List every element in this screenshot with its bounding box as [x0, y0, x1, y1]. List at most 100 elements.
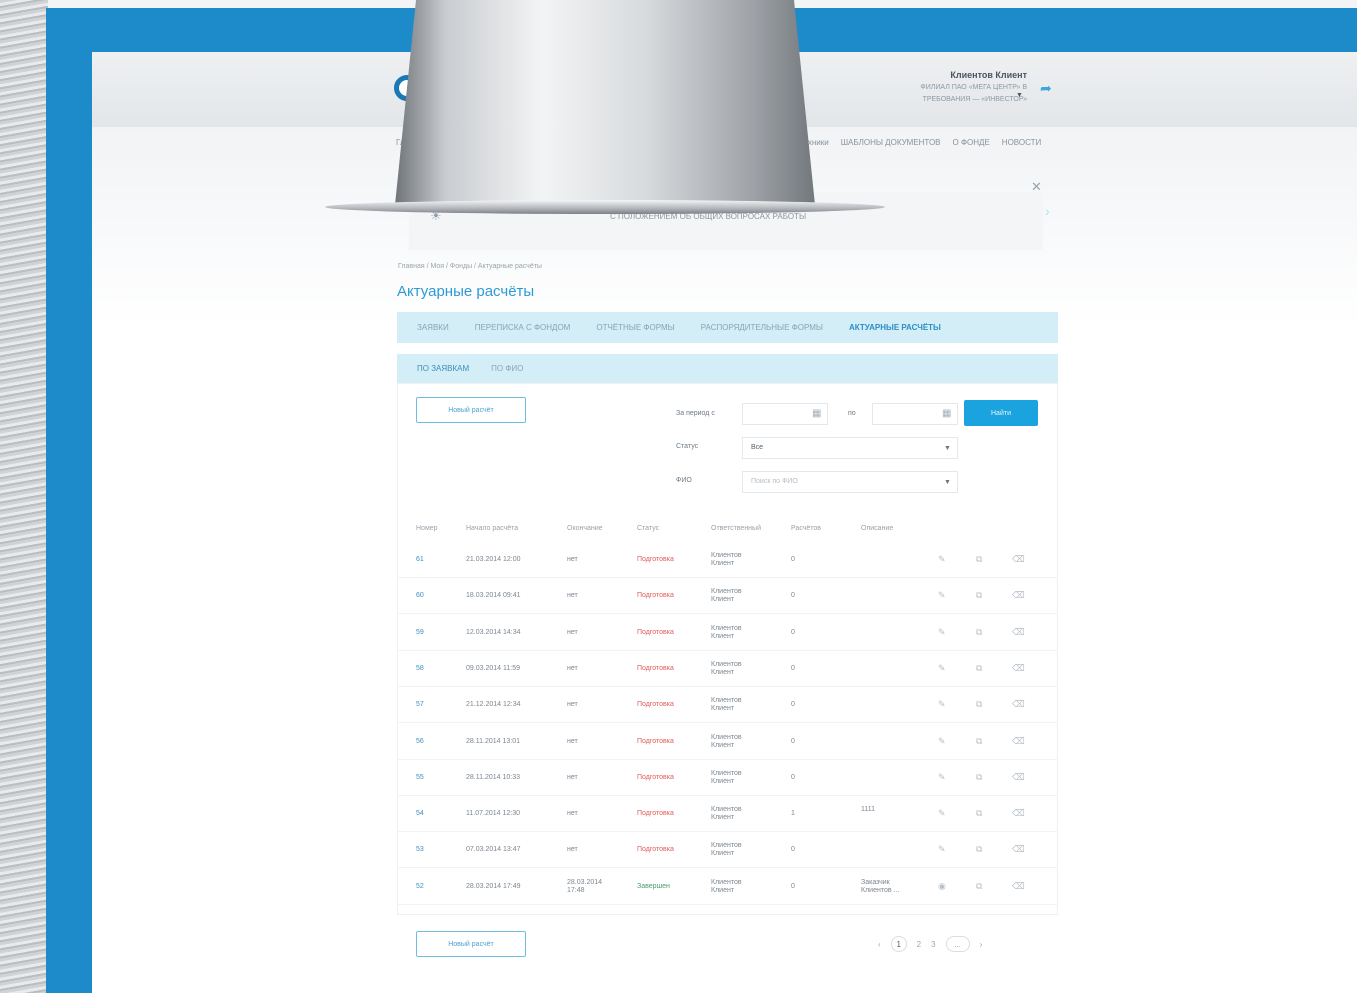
chevron-down-icon[interactable]: ▼: [944, 479, 951, 486]
delete-icon[interactable]: ⌫: [1012, 554, 1025, 565]
status-select[interactable]: Все: [742, 437, 958, 459]
delete-icon[interactable]: ⌫: [1012, 627, 1025, 638]
pencil-icon[interactable]: ✎: [938, 663, 946, 674]
column-header[interactable]: Номер: [416, 525, 438, 532]
tab-item[interactable]: ОТЧЁТНЫЕ ФОРМЫ: [596, 323, 674, 332]
top-nav-item[interactable]: ШАБЛОНЫ ДОКУМЕНТОВ: [841, 138, 941, 147]
column-header[interactable]: Окончание: [567, 525, 603, 532]
eye-icon[interactable]: ◉: [938, 881, 946, 892]
tab-item[interactable]: ЗАЯВКИ: [417, 323, 449, 332]
column-header[interactable]: Ответственный: [711, 525, 761, 532]
row-start: 28.11.2014 10:33: [466, 774, 520, 781]
copy-icon[interactable]: ⧉: [976, 808, 982, 819]
row-start: 11.07.2014 12:30: [466, 810, 520, 817]
delete-icon[interactable]: ⌫: [1012, 808, 1025, 819]
row-end: нет: [567, 810, 578, 817]
status-label: Статус: [676, 443, 699, 450]
logout-icon[interactable]: ➦: [1040, 80, 1052, 97]
calendar-icon[interactable]: ▦: [942, 408, 951, 419]
close-icon[interactable]: ✕: [1031, 179, 1042, 195]
chevron-right-icon[interactable]: ›: [1045, 203, 1050, 219]
copy-icon[interactable]: ⧉: [976, 627, 982, 638]
row-end: нет: [567, 738, 578, 745]
pencil-icon[interactable]: ✎: [938, 627, 946, 638]
pagination-prev[interactable]: ‹: [878, 940, 881, 949]
row-count: 0: [791, 629, 795, 636]
new-calc-button-bottom[interactable]: Новый расчёт: [416, 931, 526, 957]
row-number[interactable]: 53: [416, 846, 424, 853]
row-status: Подготовка: [637, 738, 674, 745]
copy-icon[interactable]: ⧉: [976, 881, 982, 892]
copy-icon[interactable]: ⧉: [976, 736, 982, 747]
pencil-icon[interactable]: ✎: [938, 590, 946, 601]
fio-select[interactable]: Поиск по ФИО: [742, 471, 958, 493]
copy-icon[interactable]: ⧉: [976, 844, 982, 855]
delete-icon[interactable]: ⌫: [1012, 663, 1025, 674]
user-menu[interactable]: Клиентов Клиент ФИЛИАЛ ПАО «МЕГА ЦЕНТР» …: [872, 70, 1027, 104]
copy-icon[interactable]: ⧉: [976, 772, 982, 783]
pencil-icon[interactable]: ✎: [938, 736, 946, 747]
pencil-icon[interactable]: ✎: [938, 808, 946, 819]
copy-icon[interactable]: ⧉: [976, 590, 982, 601]
pencil-icon[interactable]: ✎: [938, 554, 946, 565]
subtab-item[interactable]: ПО ФИО: [491, 364, 523, 373]
tab-item[interactable]: АКТУАРНЫЕ РАСЧЁТЫ: [849, 323, 941, 332]
delete-icon[interactable]: ⌫: [1012, 736, 1025, 747]
delete-icon[interactable]: ⌫: [1012, 699, 1025, 710]
chevron-down-icon[interactable]: ▼: [944, 445, 951, 452]
column-header[interactable]: Описание: [861, 525, 893, 532]
delete-icon[interactable]: ⌫: [1012, 590, 1025, 601]
top-nav-item[interactable]: НОВОСТИ: [1002, 138, 1041, 147]
pagination-page[interactable]: 2: [917, 940, 921, 949]
row-responsible: Клиентов Клиент: [711, 661, 742, 676]
chevron-down-icon[interactable]: ▼: [1016, 92, 1023, 99]
subtab-item[interactable]: ПО ЗАЯВКАМ: [417, 364, 469, 373]
breadcrumb[interactable]: Главная / Моя / Фонды / Актуарные расчёт…: [398, 263, 542, 270]
pagination-next[interactable]: ›: [980, 940, 983, 949]
column-header[interactable]: Начало расчёта: [466, 525, 518, 532]
column-header[interactable]: Статус: [637, 525, 659, 532]
row-description: 1111: [861, 806, 876, 813]
row-number[interactable]: 61: [416, 556, 424, 563]
pencil-icon[interactable]: ✎: [938, 844, 946, 855]
row-start: 18.03.2014 09:41: [466, 592, 521, 599]
row-number[interactable]: 59: [416, 629, 424, 636]
row-number[interactable]: 55: [416, 774, 424, 781]
row-responsible: Клиентов Клиент: [711, 552, 742, 567]
tab-item[interactable]: ПЕРЕПИСКА С ФОНДОМ: [475, 323, 571, 332]
copy-icon[interactable]: ⧉: [976, 663, 982, 674]
row-count: 0: [791, 883, 795, 890]
row-responsible: Клиентов Клиент: [711, 734, 742, 749]
row-count: 0: [791, 665, 795, 672]
delete-icon[interactable]: ⌫: [1012, 772, 1025, 783]
row-status: Завершен: [637, 883, 670, 890]
row-status: Подготовка: [637, 592, 674, 599]
row-start: 07.03.2014 13:47: [466, 846, 521, 853]
find-button[interactable]: Найти: [964, 400, 1038, 426]
row-number[interactable]: 58: [416, 665, 424, 672]
delete-icon[interactable]: ⌫: [1012, 844, 1025, 855]
row-number[interactable]: 52: [416, 883, 424, 890]
pagination-page[interactable]: 1: [890, 936, 907, 952]
calendar-icon[interactable]: ▦: [812, 408, 821, 419]
row-start: 21.12.2014 12:34: [466, 701, 521, 708]
row-number[interactable]: 57: [416, 701, 424, 708]
copy-icon[interactable]: ⧉: [976, 699, 982, 710]
copy-icon[interactable]: ⧉: [976, 554, 982, 565]
tab-item[interactable]: РАСПОРЯДИТЕЛЬНЫЕ ФОРМЫ: [701, 323, 823, 332]
delete-icon[interactable]: ⌫: [1012, 881, 1025, 892]
pencil-icon[interactable]: ✎: [938, 772, 946, 783]
pagination-page[interactable]: 3: [931, 940, 935, 949]
top-nav-item[interactable]: О ФОНДЕ: [953, 138, 990, 147]
row-count: 0: [791, 701, 795, 708]
subtabs-bar: ПО ЗАЯВКАМ ПО ФИО: [397, 354, 1058, 383]
row-number[interactable]: 56: [416, 738, 424, 745]
column-header[interactable]: Расчётов: [791, 525, 821, 532]
pagination-ellipsis[interactable]: ...: [945, 936, 970, 952]
row-number[interactable]: 60: [416, 592, 424, 599]
pencil-icon[interactable]: ✎: [938, 699, 946, 710]
row-count: 0: [791, 592, 795, 599]
user-name: Клиентов Клиент: [950, 70, 1027, 80]
row-number[interactable]: 54: [416, 810, 424, 817]
new-calc-button-top[interactable]: Новый расчёт: [416, 397, 526, 423]
